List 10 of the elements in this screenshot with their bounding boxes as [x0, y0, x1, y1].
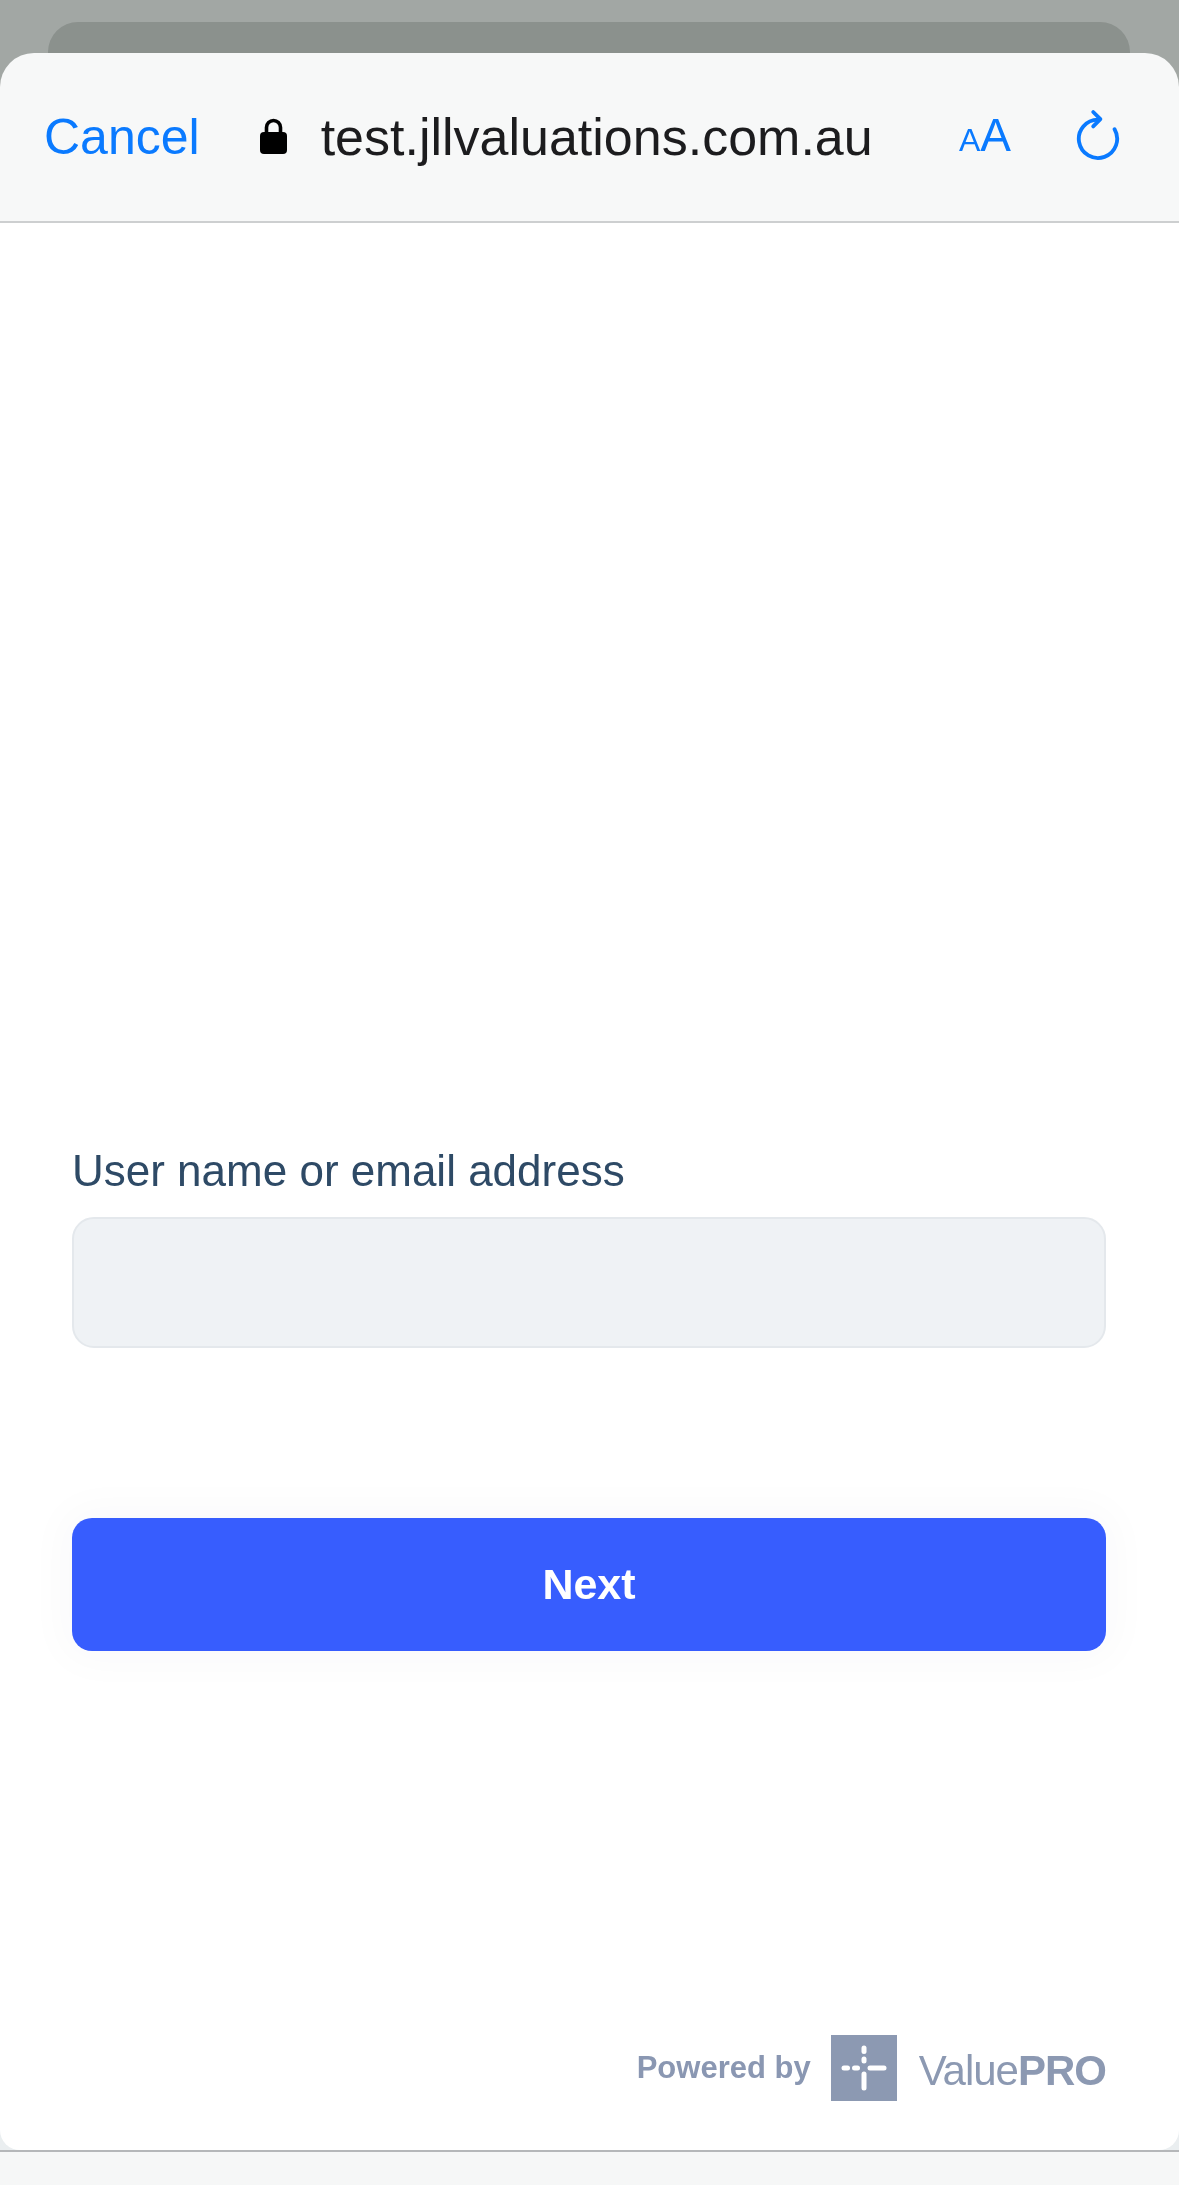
input-field[interactable] [72, 1217, 1106, 1348]
field-label: User name or email address [72, 1145, 625, 1197]
next-button[interactable]: Next [72, 1518, 1106, 1651]
cancel-button[interactable]: Cancel [44, 107, 200, 167]
reload-icon[interactable] [1075, 108, 1121, 162]
powered-by-text: Powered by [636, 2049, 811, 2087]
brand-name: ValuePRO [918, 2046, 1106, 2096]
url-text[interactable]: test.jllvaluations.com.au [320, 106, 873, 168]
text-size-button[interactable]: AA [958, 106, 1011, 168]
dotted-cross-logo-icon [830, 2035, 897, 2101]
